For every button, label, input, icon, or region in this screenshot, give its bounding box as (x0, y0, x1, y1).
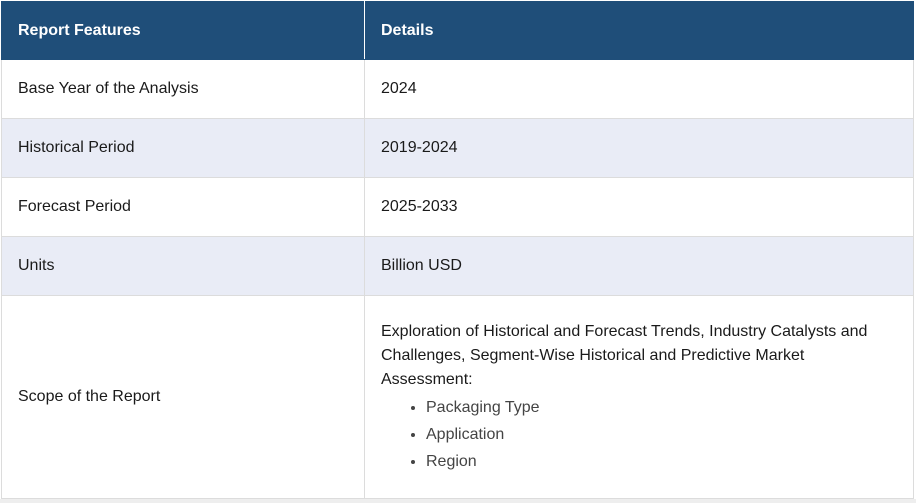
list-item: Region (426, 448, 897, 475)
table-row: Historical Period 2019-2024 (1, 118, 914, 178)
feature-cell: Forecast Period (1, 177, 365, 237)
scope-list: Packaging Type Application Region (381, 394, 897, 475)
report-features-table: Report Features Details Base Year of the… (1, 1, 914, 499)
detail-cell: 2024 (364, 59, 914, 119)
scope-detail-cell: Exploration of Historical and Forecast T… (364, 295, 914, 499)
header-details: Details (364, 1, 914, 60)
table-row-scope: Scope of the Report Exploration of Histo… (1, 295, 914, 499)
table-header-row: Report Features Details (1, 1, 914, 60)
bottom-divider (0, 499, 916, 503)
detail-cell: Billion USD (364, 236, 914, 296)
table-row: Base Year of the Analysis 2024 (1, 59, 914, 119)
feature-cell: Units (1, 236, 365, 296)
feature-cell: Historical Period (1, 118, 365, 178)
scope-description: Exploration of Historical and Forecast T… (381, 322, 868, 388)
list-item: Packaging Type (426, 394, 897, 421)
table-row: Units Billion USD (1, 236, 914, 296)
header-report-features: Report Features (1, 1, 365, 60)
feature-cell: Base Year of the Analysis (1, 59, 365, 119)
list-item: Application (426, 421, 897, 448)
detail-cell: 2019-2024 (364, 118, 914, 178)
table-row: Forecast Period 2025-2033 (1, 177, 914, 237)
feature-cell: Scope of the Report (1, 295, 365, 499)
detail-cell: 2025-2033 (364, 177, 914, 237)
